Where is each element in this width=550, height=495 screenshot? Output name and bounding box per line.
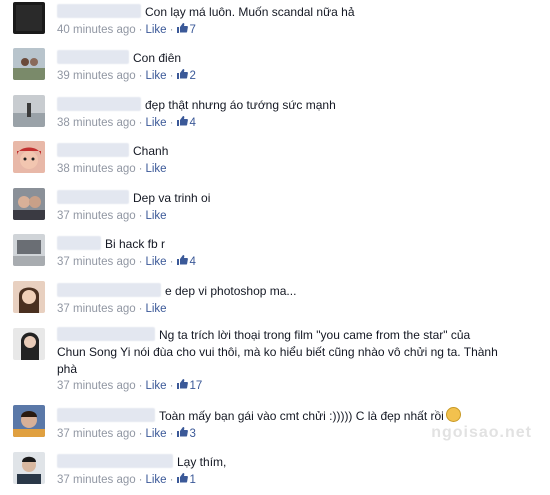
like-count[interactable]: 3	[176, 427, 196, 440]
smile-emoji-icon	[445, 407, 461, 422]
like-link[interactable]: Like	[145, 303, 166, 315]
avatar[interactable]	[13, 281, 45, 313]
avatar[interactable]	[13, 141, 45, 173]
avatar[interactable]	[13, 188, 45, 220]
like-link[interactable]: Like	[145, 210, 166, 222]
thumbs-up-icon	[177, 69, 189, 79]
comment-time[interactable]: 37 minutes ago	[57, 256, 136, 268]
comment-item: Bi hack fb r 37 minutes ago · Like · 4	[0, 234, 550, 274]
comment-time[interactable]: 40 minutes ago	[57, 24, 136, 36]
comment-time[interactable]: 38 minutes ago	[57, 117, 136, 129]
watermark: ngoisao.net	[431, 424, 532, 441]
comment-time[interactable]: 37 minutes ago	[57, 303, 136, 315]
comment-item: Ng ta trích lời thoại trong film "you ca…	[0, 325, 550, 399]
avatar[interactable]	[13, 2, 45, 34]
like-link[interactable]: Like	[145, 163, 166, 175]
comment-meta: 38 minutes ago · Like · 4	[57, 116, 196, 129]
comment-item: Lạy thím, 37 minutes ago · Like · 1	[0, 452, 550, 492]
comment-item: Con lạy má luôn. Muốn scandal nữa hả 40 …	[0, 2, 550, 42]
comment-time[interactable]: 38 minutes ago	[57, 163, 136, 175]
commenter-name[interactable]	[57, 454, 173, 468]
thumbs-up-icon	[177, 116, 189, 126]
thumbs-up-icon	[177, 379, 189, 389]
comment-time[interactable]: 37 minutes ago	[57, 428, 136, 440]
avatar[interactable]	[13, 452, 45, 484]
comment-meta: 37 minutes ago · Like · 3	[57, 427, 196, 440]
comment-item: đẹp thật nhưng áo tướng sức mạnh 38 minu…	[0, 95, 550, 135]
like-link[interactable]: Like	[145, 24, 166, 36]
comment-time[interactable]: 37 minutes ago	[57, 210, 136, 222]
comment-text-line-2: Chun Song Yi nói đùa cho vui thôi, mà ko…	[57, 345, 498, 359]
comment-text: Ng ta trích lời thoại trong film "you ca…	[159, 328, 471, 342]
commenter-name[interactable]	[57, 190, 129, 204]
comment-text: Con lạy má luôn. Muốn scandal nữa hả	[145, 5, 355, 19]
comment-text: Lạy thím,	[177, 455, 227, 469]
like-link[interactable]: Like	[145, 474, 166, 486]
thumbs-up-icon	[177, 23, 189, 33]
like-link[interactable]: Like	[145, 117, 166, 129]
commenter-name[interactable]	[57, 143, 129, 157]
comment-text: Con điên	[133, 51, 182, 65]
like-count[interactable]: 1	[176, 473, 196, 486]
commenter-name[interactable]	[57, 97, 141, 111]
thumbs-up-icon	[177, 427, 189, 437]
commenter-name[interactable]	[57, 4, 141, 18]
like-count[interactable]: 4	[176, 116, 196, 129]
like-link[interactable]: Like	[145, 380, 166, 392]
commenter-name[interactable]	[57, 236, 101, 250]
like-count[interactable]: 7	[176, 23, 196, 36]
like-count[interactable]: 4	[176, 255, 196, 268]
comment-text: Bi hack fb r	[105, 237, 166, 251]
comment-text: đẹp thật nhưng áo tướng sức mạnh	[145, 98, 336, 112]
avatar[interactable]	[13, 405, 45, 437]
comment-text: Chanh	[133, 144, 169, 158]
like-link[interactable]: Like	[145, 70, 166, 82]
comment-text-line-3: phà	[57, 362, 78, 376]
comment-time[interactable]: 37 minutes ago	[57, 380, 136, 392]
comment-time[interactable]: 37 minutes ago	[57, 474, 136, 486]
comment-time[interactable]: 39 minutes ago	[57, 70, 136, 82]
comment-meta: 40 minutes ago · Like · 7	[57, 23, 196, 36]
comment-meta: 37 minutes ago · Like	[57, 210, 167, 222]
commenter-name[interactable]	[57, 408, 155, 422]
comment-text: e dep vi photoshop ma...	[165, 284, 297, 298]
avatar[interactable]	[13, 48, 45, 80]
thumbs-up-icon	[177, 255, 189, 265]
commenter-name[interactable]	[57, 50, 129, 64]
avatar[interactable]	[13, 95, 45, 127]
comment-list: Con lạy má luôn. Muốn scandal nữa hả 40 …	[0, 0, 550, 495]
like-link[interactable]: Like	[145, 256, 166, 268]
comment-text: Toàn mấy bạn gái vào cmt chửi :))))) C l…	[159, 409, 444, 423]
comment-meta: 37 minutes ago · Like	[57, 303, 167, 315]
comment-meta: 37 minutes ago · Like · 4	[57, 255, 196, 268]
like-count[interactable]: 2	[176, 69, 196, 82]
commenter-name[interactable]	[57, 327, 155, 341]
comment-meta: 39 minutes ago · Like · 2	[57, 69, 196, 82]
thumbs-up-icon	[177, 473, 189, 483]
like-link[interactable]: Like	[145, 428, 166, 440]
comment-item: Dep va trinh oi 37 minutes ago · Like	[0, 188, 550, 228]
comment-item: Con điên 39 minutes ago · Like · 2	[0, 48, 550, 88]
comment-item: e dep vi photoshop ma... 37 minutes ago ·…	[0, 281, 550, 321]
comment-meta: 37 minutes ago · Like · 1	[57, 473, 196, 486]
avatar[interactable]	[13, 234, 45, 266]
like-count[interactable]: 17	[176, 379, 202, 392]
comment-meta: 38 minutes ago · Like	[57, 163, 167, 175]
commenter-name[interactable]	[57, 283, 161, 297]
comment-item: Chanh 38 minutes ago · Like	[0, 141, 550, 181]
comment-meta: 37 minutes ago · Like · 17	[57, 379, 203, 392]
comment-text: Dep va trinh oi	[133, 191, 211, 205]
